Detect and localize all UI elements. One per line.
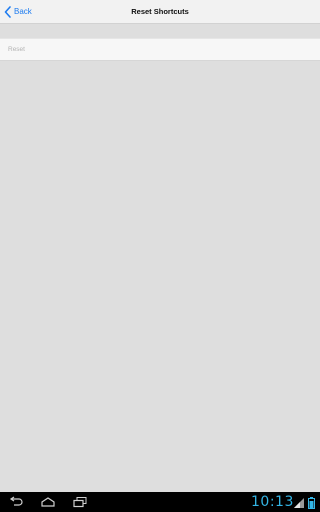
status-clock: 10:13 bbox=[251, 494, 294, 510]
reset-row[interactable]: Reset bbox=[0, 38, 320, 61]
recent-apps-icon[interactable] bbox=[72, 496, 88, 508]
back-icon[interactable] bbox=[8, 496, 24, 508]
app-window: Back Reset Shortcuts Reset 10:13 bbox=[0, 0, 320, 512]
reset-label: Reset bbox=[8, 46, 25, 53]
signal-icon bbox=[293, 496, 305, 512]
status-icons bbox=[293, 496, 317, 509]
battery-icon bbox=[308, 496, 315, 512]
page-title: Reset Shortcuts bbox=[131, 7, 189, 16]
system-navigation-bar: 10:13 bbox=[0, 492, 320, 512]
home-icon[interactable] bbox=[40, 496, 56, 508]
section-spacer bbox=[0, 24, 320, 38]
drawer-handle-icon[interactable] bbox=[154, 484, 166, 497]
navigation-bar: Back Reset Shortcuts bbox=[0, 0, 320, 24]
